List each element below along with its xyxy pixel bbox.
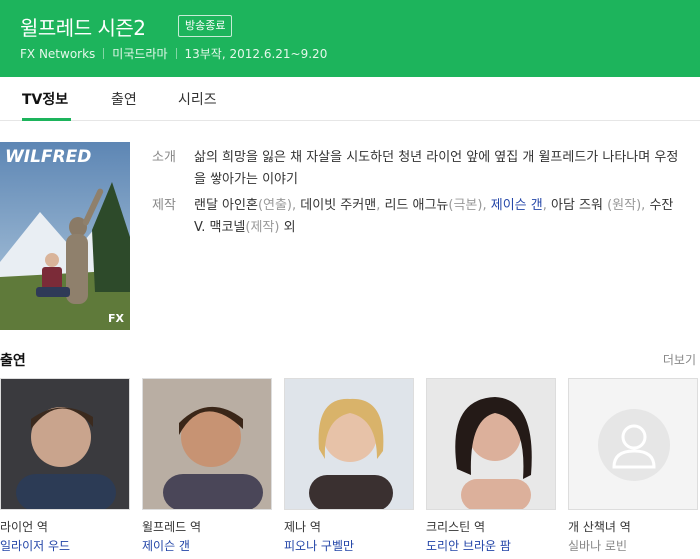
actor-name[interactable]: 제이슨 갠	[142, 537, 272, 554]
character-name: 라이언 역	[0, 520, 48, 534]
credits-row: 제작 랜달 아인혼(연출), 데이빗 주커맨, 리드 애그뉴(극본), 제이슨 …	[152, 195, 680, 239]
credit-name[interactable]: 리드 애그뉴	[384, 198, 448, 213]
more-link[interactable]: 더보기	[663, 351, 696, 368]
cast-photo[interactable]	[284, 378, 414, 510]
credits-text: 랜달 아인혼(연출), 데이빗 주커맨, 리드 애그뉴(극본), 제이슨 갠, …	[194, 198, 673, 235]
header-bar: 윌프레드 시즌2 방송종료 FX Networks 미국드라마 13부작, 2012…	[0, 0, 700, 77]
active-tab-indicator	[22, 118, 71, 121]
person-placeholder-icon	[569, 379, 697, 509]
network-label[interactable]: FX Networks	[20, 47, 95, 61]
show-meta: FX Networks 미국드라마 13부작, 2012.6.21~9.20	[20, 45, 327, 62]
cast-card[interactable]: 윌프레드 역 제이슨 갠	[142, 378, 272, 554]
character-name: 제나 역	[284, 520, 321, 534]
tab-bar: TV정보 출연 시리즈	[0, 77, 700, 121]
show-poster[interactable]: WILFRED FX	[0, 142, 130, 330]
cast-card[interactable]: 개 산책녀 역 실바나 로빈	[568, 378, 698, 554]
cast-photo[interactable]	[426, 378, 556, 510]
poster-image: WILFRED FX	[0, 142, 130, 330]
credit-role: (원작),	[602, 198, 650, 213]
credit-role: ,	[542, 198, 551, 213]
fx-logo: FX	[108, 312, 125, 325]
cast-photo-placeholder[interactable]	[568, 378, 698, 510]
intro-row: 소개 삶의 희망을 잃은 채 자살을 시도하던 청년 라이언 앞에 옆집 개 윌…	[152, 147, 680, 191]
intro-label: 소개	[152, 150, 176, 165]
show-title[interactable]: 윌프레드 시즌2	[20, 12, 146, 41]
poster-title: WILFRED	[5, 147, 91, 167]
cast-card[interactable]: 제나 역 피오나 구벨만	[284, 378, 414, 554]
credit-etc: 외	[283, 220, 296, 235]
credit-role: (연출),	[257, 198, 301, 213]
cast-card[interactable]: 라이언 역 일라이저 우드	[0, 378, 130, 554]
actor-name[interactable]: 일라이저 우드	[0, 537, 130, 554]
credit-name[interactable]: 아담 즈워	[551, 198, 603, 213]
genre-label[interactable]: 미국드라마	[112, 47, 167, 61]
credit-role: (제작)	[245, 220, 284, 235]
divider	[103, 48, 105, 59]
cast-heading: 출연	[0, 353, 26, 369]
status-badge: 방송종료	[178, 15, 233, 37]
credit-name[interactable]: 랜달 아인혼	[194, 198, 258, 213]
cast-photo[interactable]	[142, 378, 272, 510]
tab-series[interactable]: 시리즈	[178, 89, 217, 109]
tab-tv-info[interactable]: TV정보	[22, 89, 68, 109]
actor-name[interactable]: 피오나 구벨만	[284, 537, 414, 554]
character-name: 크리스틴 역	[426, 520, 486, 534]
tab-cast[interactable]: 출연	[111, 89, 137, 109]
show-info: 소개 삶의 희망을 잃은 채 자살을 시도하던 청년 라이언 앞에 옆집 개 윌…	[152, 147, 680, 243]
cast-card[interactable]: 크리스틴 역 도리안 브라운 팜	[426, 378, 556, 554]
divider	[175, 48, 177, 59]
credit-name[interactable]: 데이빗 주커맨	[300, 198, 376, 213]
actor-name[interactable]: 도리안 브라운 팜	[426, 537, 556, 554]
cast-photo[interactable]	[0, 378, 130, 510]
intro-text: 삶의 희망을 잃은 채 자살을 시도하던 청년 라이언 앞에 옆집 개 윌프레드…	[194, 150, 679, 187]
character-name: 윌프레드 역	[142, 520, 202, 534]
credit-role: (극본),	[448, 198, 491, 213]
actor-name: 실바나 로빈	[568, 539, 628, 553]
episodes-label: 13부작, 2012.6.21~9.20	[184, 47, 328, 61]
credit-name-link[interactable]: 제이슨 갠	[491, 198, 543, 213]
character-name: 개 산책녀 역	[568, 520, 631, 534]
credits-label: 제작	[152, 198, 176, 213]
